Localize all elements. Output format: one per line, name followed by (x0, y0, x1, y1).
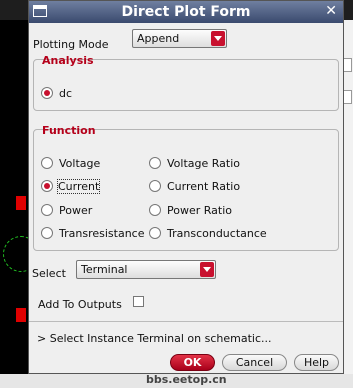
title-bar: Direct Plot Form ✕ (29, 1, 343, 23)
select-value: Terminal (81, 263, 128, 276)
divider (29, 321, 343, 322)
chevron-down-icon (211, 31, 225, 46)
status-message: > Select Instance Terminal on schematic.… (37, 332, 272, 345)
radio-current[interactable] (41, 180, 53, 192)
radio-voltage-ratio[interactable] (149, 157, 161, 169)
radio-voltage-label: Voltage (59, 157, 101, 170)
radio-dc[interactable] (41, 87, 53, 99)
add-to-outputs-checkbox[interactable] (133, 296, 144, 307)
help-button[interactable]: Help (294, 354, 339, 371)
plotting-mode-label: Plotting Mode (33, 38, 109, 51)
analysis-group-title: Analysis (42, 54, 94, 67)
chevron-down-icon (200, 262, 214, 277)
radio-voltage[interactable] (41, 157, 53, 169)
radio-power-ratio-label: Power Ratio (167, 204, 232, 217)
select-dropdown[interactable]: Terminal (76, 260, 216, 279)
function-group-title: Function (42, 124, 96, 137)
ok-button[interactable]: OK (170, 354, 215, 371)
radio-voltage-ratio-label: Voltage Ratio (167, 157, 240, 170)
window-title: Direct Plot Form (121, 4, 251, 20)
radio-power[interactable] (41, 204, 53, 216)
add-to-outputs-label: Add To Outputs (38, 298, 122, 311)
radio-current-ratio[interactable] (149, 180, 161, 192)
plotting-mode-value: Append (137, 32, 180, 45)
radio-transresistance[interactable] (41, 227, 53, 239)
radio-transresistance-label: Transresistance (59, 227, 145, 240)
direct-plot-form-dialog: Direct Plot Form ✕ Plotting Mode Append … (28, 0, 344, 374)
watermark-text: bbs.eetop.cn (146, 373, 227, 386)
radio-current-ratio-label: Current Ratio (167, 180, 241, 193)
cancel-button[interactable]: Cancel (222, 354, 287, 371)
select-label: Select (32, 267, 66, 280)
radio-power-label: Power (59, 204, 93, 217)
schematic-pin-marker (16, 308, 26, 322)
plotting-mode-dropdown[interactable]: Append (132, 29, 227, 48)
cancel-button-label: Cancel (235, 356, 274, 369)
close-icon[interactable]: ✕ (325, 3, 337, 19)
help-button-label: Help (303, 356, 330, 369)
radio-power-ratio[interactable] (149, 204, 161, 216)
radio-dc-label: dc (59, 87, 73, 100)
radio-transconductance-label: Transconductance (167, 227, 267, 240)
radio-transconductance[interactable] (149, 227, 161, 239)
schematic-pin-marker (16, 196, 26, 210)
ok-button-label: OK (183, 356, 202, 369)
radio-current-label: Current (56, 179, 101, 194)
